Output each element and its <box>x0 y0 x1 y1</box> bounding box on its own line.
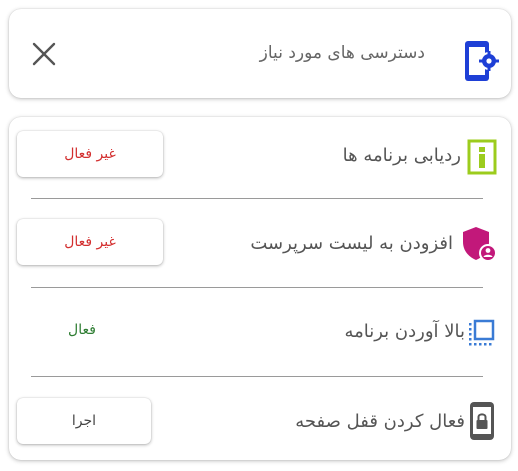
list-item: بالا آوردن برنامه فعال <box>9 293 511 381</box>
status-button[interactable]: غیر فعال <box>17 219 163 265</box>
status-button[interactable]: غیر فعال <box>17 131 163 177</box>
list-item: فعال کردن قفل صفحه اجرا <box>9 383 511 471</box>
close-button[interactable] <box>29 39 59 69</box>
permission-label: ردیابی برنامه ها <box>342 145 461 166</box>
run-button[interactable]: اجرا <box>17 398 151 444</box>
divider <box>31 198 483 199</box>
shield-user-icon <box>461 225 497 262</box>
info-icon <box>467 139 497 175</box>
phone-settings-icon <box>462 40 502 82</box>
list-item: ردیابی برنامه ها غیر فعال <box>9 117 511 205</box>
divider <box>31 287 483 288</box>
phone-lock-icon <box>468 401 496 441</box>
divider <box>31 376 483 377</box>
overlay-window-icon <box>467 317 497 353</box>
close-icon <box>32 42 56 66</box>
permission-label: افزودن به لیست سرپرست <box>250 233 453 254</box>
permission-label: بالا آوردن برنامه <box>344 321 465 342</box>
permission-label: فعال کردن قفل صفحه <box>295 411 465 432</box>
status-label: فعال <box>68 322 96 338</box>
permissions-list: ردیابی برنامه ها غیر فعال افزودن به لیست… <box>9 117 511 460</box>
page-title: دسترسی های مورد نیاز <box>259 43 425 63</box>
header-card: دسترسی های مورد نیاز <box>9 9 511 98</box>
list-item: افزودن به لیست سرپرست غیر فعال <box>9 205 511 293</box>
